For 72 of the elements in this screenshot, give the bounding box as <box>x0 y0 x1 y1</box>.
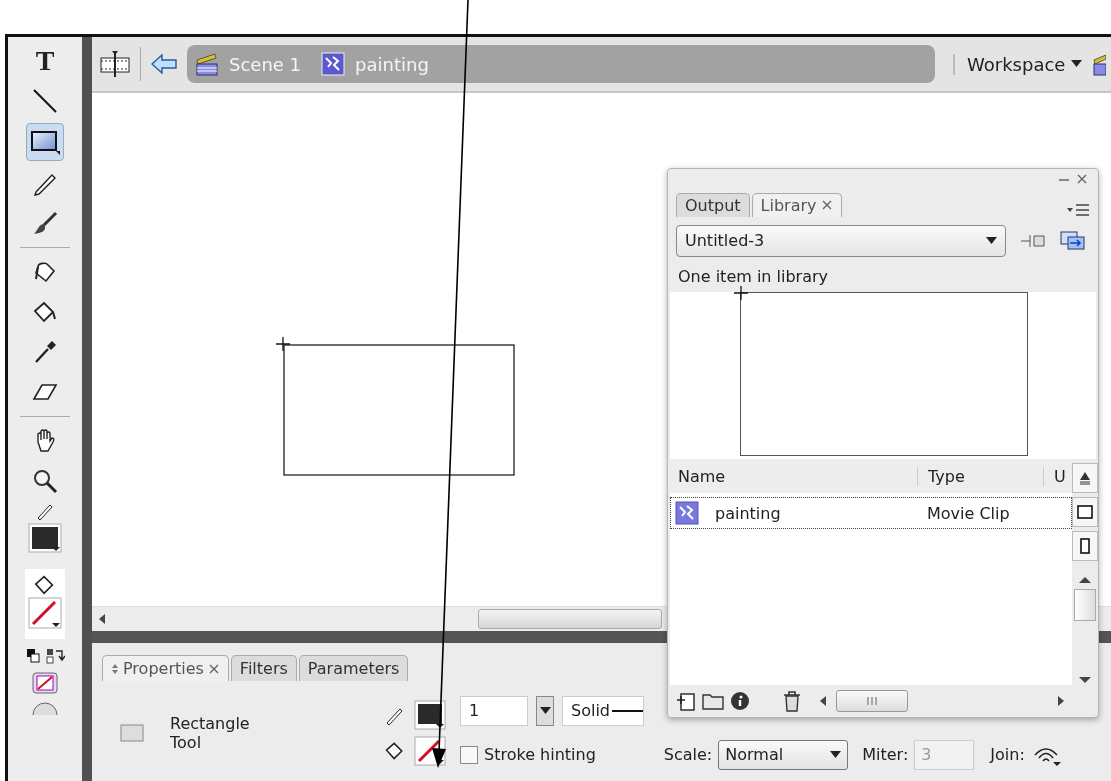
panel-tab[interactable]: Properties <box>102 655 229 681</box>
tool-name: Rectangle Tool <box>170 713 251 752</box>
wide-view-button[interactable] <box>1072 497 1098 528</box>
caret-icon <box>1071 60 1083 68</box>
scale-dropdown[interactable]: Normal <box>718 739 849 770</box>
zoom-icon[interactable] <box>32 468 58 494</box>
workspace-menu[interactable]: Workspace <box>953 53 1083 75</box>
panel-tab[interactable]: Filters <box>230 655 297 681</box>
info-icon[interactable] <box>730 691 750 712</box>
close-icon[interactable] <box>1076 173 1088 185</box>
caret-icon <box>830 750 842 759</box>
sort-icon <box>1079 471 1091 486</box>
movie-clip-icon[interactable] <box>321 52 346 76</box>
scroll-thumb[interactable] <box>1074 589 1096 622</box>
caret-icon <box>539 706 551 715</box>
ink-bottle-icon[interactable] <box>32 259 58 285</box>
grip-icon <box>865 696 879 707</box>
brush-icon[interactable] <box>32 210 58 236</box>
rectangle-tool-icon <box>120 722 144 743</box>
crosshair-cursor-icon <box>276 337 290 351</box>
back-arrow-icon[interactable] <box>151 54 177 74</box>
stroke-hinting-label: Stroke hinting <box>484 745 596 764</box>
stroke-width-field[interactable]: 1 <box>460 695 528 726</box>
new-symbol-icon[interactable] <box>676 691 696 712</box>
line-tool-icon[interactable] <box>32 88 58 114</box>
narrow-view-button[interactable] <box>1072 531 1098 562</box>
timeline-icon[interactable] <box>100 50 130 78</box>
eyedropper-icon[interactable] <box>32 339 58 365</box>
column-header[interactable]: U <box>1044 466 1068 486</box>
panel-menu-icon[interactable] <box>1066 202 1090 217</box>
wide-rectangle-icon <box>1077 505 1093 520</box>
join-label: Join: <box>990 745 1025 764</box>
stroke-style-dropdown[interactable]: Solid <box>562 695 644 726</box>
scroll-down-icon[interactable] <box>1078 675 1092 686</box>
no-color-icon[interactable] <box>31 671 59 695</box>
column-header[interactable]: Name <box>668 466 918 486</box>
scroll-thumb[interactable] <box>478 609 662 629</box>
column-header[interactable]: Type <box>918 466 1044 486</box>
library-status: One item in library <box>677 265 830 288</box>
folder-icon[interactable] <box>702 692 724 711</box>
scroll-up-icon[interactable] <box>1078 575 1092 586</box>
item-name: painting <box>714 503 782 523</box>
stroke-width-dropdown[interactable] <box>536 695 554 726</box>
movie-clip-icon <box>675 501 699 526</box>
clapperboard-icon[interactable] <box>1092 52 1107 76</box>
crosshair-cursor-icon <box>734 285 748 300</box>
scale-label: Scale: <box>663 745 713 764</box>
panel-tab[interactable]: Output <box>676 192 750 217</box>
document-dropdown[interactable]: Untitled-3 <box>676 224 1006 257</box>
miter-label: Miter: <box>862 745 909 764</box>
new-library-panel-icon[interactable] <box>1060 230 1086 251</box>
close-icon[interactable] <box>820 199 833 212</box>
collapse-icon <box>111 662 119 675</box>
item-type: Movie Clip <box>926 503 1010 523</box>
stroke-hinting-checkbox[interactable] <box>460 745 478 764</box>
panel-tab[interactable]: Library <box>751 192 842 217</box>
panel-tab[interactable]: Parameters <box>298 655 409 681</box>
no-fill-swatch[interactable] <box>28 597 62 629</box>
stroke-color-swatch[interactable] <box>28 523 62 553</box>
text-tool[interactable]: T <box>35 45 55 77</box>
round-button-icon[interactable] <box>31 701 59 715</box>
narrow-rectangle-icon <box>1080 538 1090 555</box>
eraser-icon[interactable] <box>32 381 58 403</box>
scroll-thumb[interactable] <box>836 690 908 713</box>
rectangle-tool-icon[interactable] <box>30 129 60 155</box>
caret-icon <box>986 236 997 245</box>
trash-icon[interactable] <box>782 690 802 713</box>
close-icon[interactable] <box>207 662 220 675</box>
clapperboard-icon[interactable] <box>195 52 219 76</box>
sort-button[interactable] <box>1072 463 1098 494</box>
library-item[interactable]: painting Movie Clip <box>670 497 1072 530</box>
stroke-color-swatch[interactable] <box>414 699 446 730</box>
